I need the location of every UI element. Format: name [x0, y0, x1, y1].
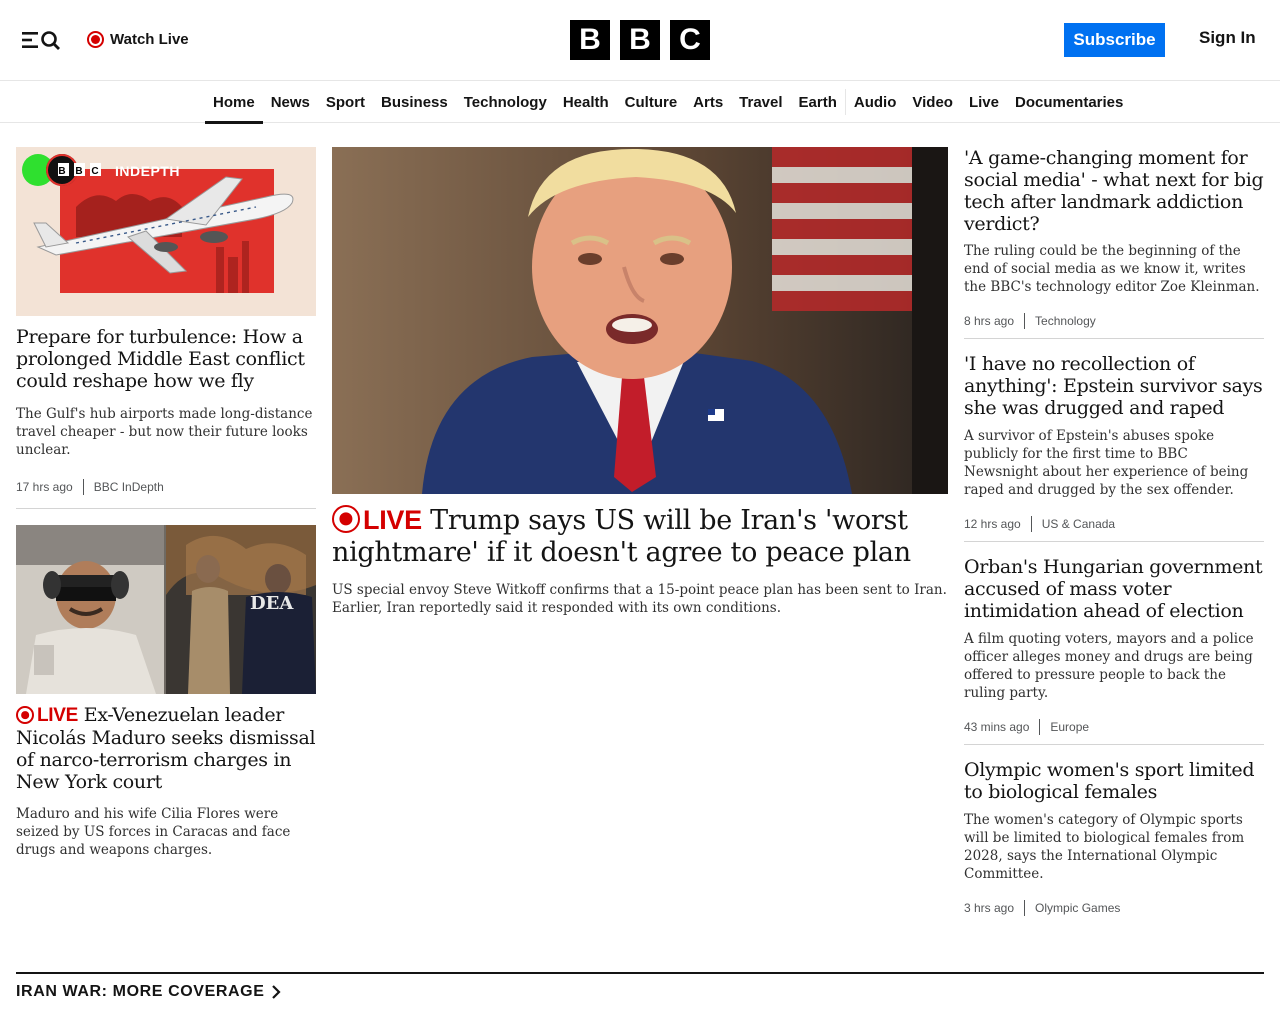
- nav-item-health[interactable]: Health: [555, 81, 617, 123]
- meta-separator: [1039, 719, 1041, 735]
- story-summary: The Gulf's hub airports made long-distan…: [16, 406, 313, 458]
- story-divider: [16, 508, 316, 509]
- live-indicator-icon: [87, 30, 104, 48]
- more-coverage-section: IRAN WAR: MORE COVERAGE: [16, 972, 1264, 1000]
- story-summary: A survivor of Epstein's abuses spoke pub…: [964, 428, 1249, 498]
- meta-separator: [82, 479, 84, 495]
- logo-letter-b2: B: [620, 20, 660, 60]
- more-coverage-label: IRAN WAR: MORE COVERAGE: [16, 983, 265, 1000]
- story-card-maduro[interactable]: DEA LIVE Ex-Venezuelan leader Nicolás Ma…: [16, 525, 316, 865]
- story-divider: [964, 744, 1264, 745]
- story-image-airplane: B B C INDEPTH: [16, 147, 316, 316]
- story-image-maduro: DEA: [16, 525, 316, 694]
- svg-text:C: C: [91, 166, 98, 177]
- lead-story-card[interactable]: LIVE Trump says US will be Iran's 'worst…: [332, 147, 948, 627]
- nav-item-news[interactable]: News: [263, 81, 318, 123]
- story-section-link[interactable]: Olympic Games: [1035, 901, 1120, 915]
- nav-item-arts[interactable]: Arts: [685, 81, 731, 123]
- story-divider: [964, 541, 1264, 542]
- svg-text:B: B: [75, 166, 82, 177]
- lead-story-image: [332, 147, 948, 494]
- indepth-label: INDEPTH: [115, 163, 180, 179]
- bbc-logo[interactable]: B B C: [570, 20, 710, 60]
- meta-separator: [1030, 516, 1032, 532]
- dea-jacket-text: DEA: [250, 593, 294, 614]
- indepth-logo-letter: B: [58, 166, 65, 177]
- story-headline[interactable]: 'A game-changing moment for social media…: [964, 147, 1264, 235]
- sign-in-link[interactable]: Sign In: [1199, 28, 1256, 48]
- chevron-right-icon: [272, 985, 282, 999]
- story-meta: 3 hrs ago Olympic Games: [964, 900, 1120, 916]
- meta-separator: [1024, 313, 1026, 329]
- nav-item-video[interactable]: Video: [904, 81, 961, 123]
- nav-item-sport[interactable]: Sport: [318, 81, 373, 123]
- story-headline[interactable]: LIVE Ex-Venezuelan leader Nicolás Maduro…: [16, 704, 316, 793]
- logo-letter-b1: B: [570, 20, 610, 60]
- live-label: LIVE: [37, 705, 79, 726]
- nav-item-technology[interactable]: Technology: [456, 81, 555, 123]
- story-summary: The women's category of Olympic sports w…: [964, 812, 1245, 882]
- story-headline[interactable]: 'I have no recollection of anything': Ep…: [964, 353, 1264, 419]
- nav-item-home[interactable]: Home: [205, 81, 263, 124]
- story-card-right-4[interactable]: Olympic women's sport limited to biologi…: [964, 759, 1264, 924]
- story-headline[interactable]: Olympic women's sport limited to biologi…: [964, 759, 1264, 803]
- lead-summary: US special envoy Steve Witkoff confirms …: [332, 582, 947, 616]
- story-meta: 12 hrs ago US & Canada: [964, 516, 1115, 532]
- story-meta: 8 hrs ago Technology: [964, 313, 1096, 329]
- story-summary: A film quoting voters, mayors and a poli…: [964, 631, 1254, 701]
- story-section-link[interactable]: US & Canada: [1042, 517, 1115, 531]
- story-meta: 17 hrs ago BBC InDepth: [16, 479, 164, 495]
- logo-letter-c: C: [670, 20, 710, 60]
- story-summary: The ruling could be the beginning of the…: [964, 243, 1260, 295]
- story-timestamp: 3 hrs ago: [964, 901, 1015, 915]
- story-card-turbulence[interactable]: B B C INDEPTH Prepare for turbulence: Ho…: [16, 147, 316, 497]
- story-section-link[interactable]: Europe: [1050, 720, 1089, 734]
- story-timestamp: 12 hrs ago: [964, 517, 1021, 531]
- nav-item-culture[interactable]: Culture: [617, 81, 686, 123]
- live-label: LIVE: [363, 505, 422, 535]
- live-indicator-icon: [332, 505, 360, 533]
- story-divider: [964, 338, 1264, 339]
- story-section-link[interactable]: BBC InDepth: [94, 480, 164, 494]
- watch-live-label: Watch Live: [110, 30, 189, 48]
- story-section-link[interactable]: Technology: [1035, 314, 1096, 328]
- story-meta: 43 mins ago Europe: [964, 719, 1089, 735]
- story-timestamp: 43 mins ago: [964, 720, 1030, 734]
- meta-separator: [1024, 900, 1026, 916]
- story-headline[interactable]: Prepare for turbulence: How a prolonged …: [16, 326, 316, 392]
- nav-item-earth[interactable]: Earth: [791, 81, 845, 123]
- story-card-right-1[interactable]: 'A game-changing moment for social media…: [964, 147, 1264, 332]
- menu-search-button[interactable]: [20, 28, 62, 52]
- story-card-right-2[interactable]: 'I have no recollection of anything': Ep…: [964, 353, 1264, 538]
- nav-item-audio[interactable]: Audio: [846, 81, 905, 123]
- story-summary: Maduro and his wife Cilia Flores were se…: [16, 806, 291, 858]
- story-card-right-3[interactable]: Orban's Hungarian government accused of …: [964, 556, 1264, 741]
- story-headline[interactable]: Orban's Hungarian government accused of …: [964, 556, 1264, 622]
- lead-headline[interactable]: LIVE Trump says US will be Iran's 'worst…: [332, 504, 932, 569]
- live-indicator-icon: [16, 706, 34, 724]
- story-timestamp: 8 hrs ago: [964, 314, 1015, 328]
- main-nav: Home News Sport Business Technology Heal…: [0, 81, 1280, 124]
- subscribe-button[interactable]: Subscribe: [1064, 23, 1165, 57]
- story-timestamp: 17 hrs ago: [16, 480, 73, 494]
- nav-item-documentaries[interactable]: Documentaries: [1007, 81, 1131, 123]
- nav-item-business[interactable]: Business: [373, 81, 456, 123]
- nav-item-live[interactable]: Live: [961, 81, 1007, 123]
- nav-item-travel[interactable]: Travel: [731, 81, 790, 123]
- menu-search-icon: [22, 31, 60, 50]
- more-coverage-link[interactable]: IRAN WAR: MORE COVERAGE: [16, 983, 282, 1001]
- watch-live-link[interactable]: Watch Live: [87, 29, 189, 49]
- site-header: Watch Live B B C Subscribe Sign In: [0, 0, 1280, 81]
